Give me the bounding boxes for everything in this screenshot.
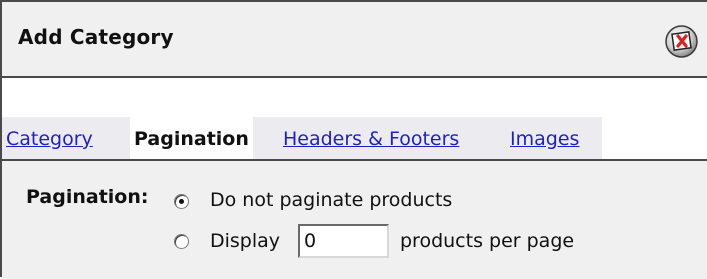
radio-selected-dot — [179, 199, 184, 204]
tab-headers-footers[interactable]: Headers & Footers — [283, 117, 459, 159]
tab-images[interactable]: Images — [510, 117, 579, 159]
tab-category[interactable]: Category — [6, 117, 93, 159]
products-per-page-label: products per page — [400, 230, 575, 252]
pagination-label: Pagination: — [26, 186, 149, 208]
no-paginate-label: Do not paginate products — [210, 189, 453, 211]
display-per-page-radio[interactable] — [174, 234, 189, 249]
add-category-dialog: Add Category Category Pagination Headers… — [0, 0, 707, 279]
no-paginate-radio[interactable] — [174, 194, 189, 209]
products-per-page-input[interactable] — [298, 224, 389, 258]
dialog-title: Add Category — [18, 25, 174, 49]
pagination-settings: Pagination: Do not paginate products Dis… — [2, 161, 707, 279]
close-window-icon[interactable] — [665, 25, 698, 58]
dialog-titlebar: Add Category — [2, 2, 707, 78]
tab-bar: Category Pagination Headers & Footers Im… — [2, 117, 707, 161]
tab-pagination[interactable]: Pagination — [130, 117, 253, 159]
display-label: Display — [210, 230, 281, 252]
